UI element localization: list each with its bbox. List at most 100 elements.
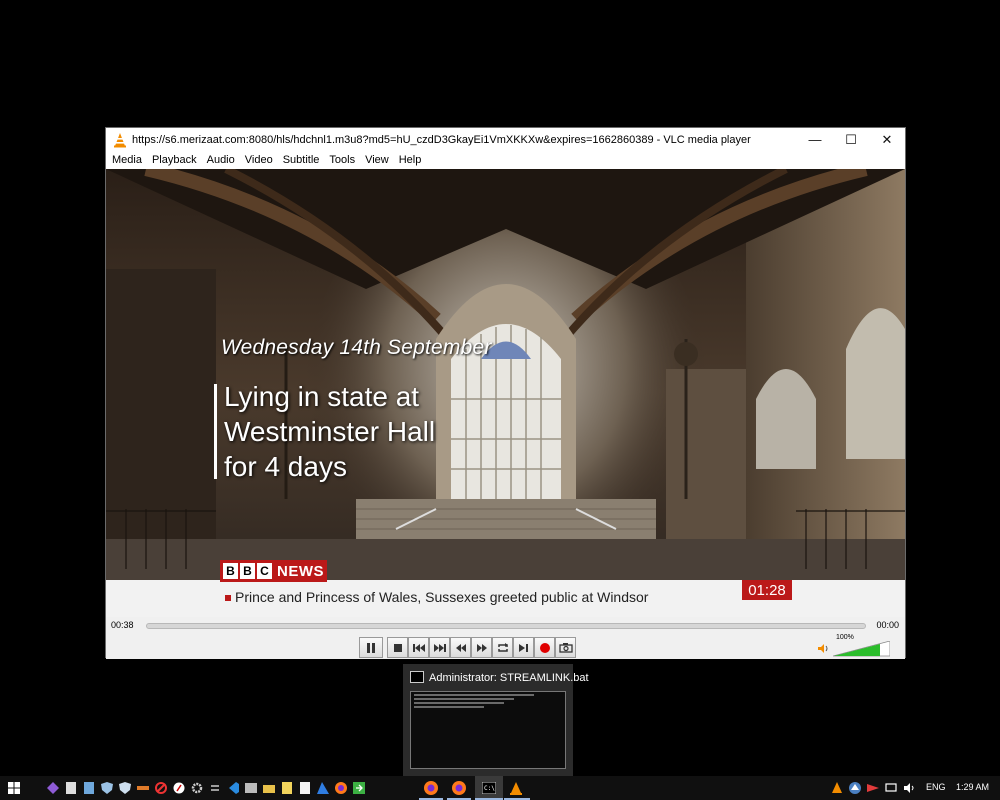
windows-logo-icon xyxy=(8,782,20,794)
snapshot-button[interactable] xyxy=(555,637,576,658)
defender-icon xyxy=(119,782,131,794)
record-button[interactable] xyxy=(534,637,555,658)
network-icon xyxy=(885,783,897,792)
headline-line-1: Lying in state at xyxy=(224,381,420,412)
document-icon xyxy=(300,782,310,794)
next-button[interactable] xyxy=(429,637,450,658)
menu-video[interactable]: Video xyxy=(240,151,278,169)
cmd-icon: C:\ xyxy=(482,782,496,794)
tray-network[interactable] xyxy=(884,780,898,796)
maximize-button[interactable]: ☐ xyxy=(833,128,869,151)
taskbar-preview[interactable]: Administrator: STREAMLINK.bat xyxy=(403,664,589,776)
menu-playback[interactable]: Playback xyxy=(147,151,202,169)
bbc-letter: B xyxy=(223,563,238,579)
speaker-icon[interactable] xyxy=(817,643,829,654)
vlc-cone-icon xyxy=(832,782,842,793)
frame-step-button[interactable] xyxy=(513,637,534,658)
app-icon-18[interactable] xyxy=(352,780,366,796)
app-icon-15[interactable] xyxy=(298,780,312,796)
app-icon-7[interactable] xyxy=(154,780,168,796)
app-icon-2[interactable] xyxy=(64,780,78,796)
elapsed-time: 00:38 xyxy=(111,620,134,630)
app-icon-5[interactable] xyxy=(118,780,132,796)
app-icon-11[interactable] xyxy=(226,780,240,796)
app-icon-10[interactable] xyxy=(208,780,222,796)
app-icon-3[interactable] xyxy=(82,780,96,796)
vlc-cone-icon xyxy=(510,782,522,795)
news-word: NEWS xyxy=(277,562,324,580)
start-button[interactable] xyxy=(7,780,21,796)
menu-help[interactable]: Help xyxy=(394,151,427,169)
vscode-icon xyxy=(229,782,239,794)
language-indicator[interactable]: ENG xyxy=(926,782,946,792)
firefox-window-2[interactable] xyxy=(452,780,466,796)
app-icon-4[interactable] xyxy=(100,780,114,796)
app-icon-1[interactable] xyxy=(46,780,60,796)
app-icon-12[interactable] xyxy=(244,780,258,796)
vlc-window-task[interactable] xyxy=(509,780,523,796)
title-bar[interactable]: https://s6.merizaat.com:8080/hls/hdchnl1… xyxy=(106,128,905,151)
firefox-icon xyxy=(335,782,347,794)
menu-view[interactable]: View xyxy=(360,151,394,169)
slower-button[interactable] xyxy=(450,637,471,658)
block-icon xyxy=(155,782,167,794)
menu-audio[interactable]: Audio xyxy=(202,151,240,169)
shield-icon xyxy=(101,782,113,794)
notes-icon xyxy=(282,782,292,794)
tray-vlc[interactable] xyxy=(830,780,844,796)
cmd-icon xyxy=(410,671,424,683)
seek-row: 00:38 00:00 xyxy=(106,617,905,637)
app-icon-16[interactable] xyxy=(316,780,330,796)
close-button[interactable]: ✕ xyxy=(869,128,905,151)
speaker-icon xyxy=(904,783,914,793)
video-area[interactable]: Wednesday 14th September Lying in state … xyxy=(106,169,905,617)
app-icon-17[interactable] xyxy=(334,780,348,796)
menu-tools[interactable]: Tools xyxy=(324,151,360,169)
volume-slider[interactable] xyxy=(833,641,890,657)
clock[interactable]: 1:29 AM xyxy=(956,782,989,792)
app-icon-6[interactable] xyxy=(136,780,150,796)
snapshot-icon xyxy=(558,643,573,653)
pause-icon xyxy=(367,642,375,653)
desktop: https://s6.merizaat.com:8080/hls/hdchnl1… xyxy=(0,0,1000,800)
slower-icon xyxy=(455,643,466,652)
pause-button[interactable] xyxy=(359,637,383,658)
previous-button[interactable] xyxy=(408,637,429,658)
app-icon-8[interactable] xyxy=(172,780,186,796)
next-icon xyxy=(433,643,446,652)
folder-icon xyxy=(263,785,275,793)
cmd-window[interactable]: C:\ xyxy=(482,780,496,796)
firefox-window-1[interactable] xyxy=(424,780,438,796)
headline-line-3: for 4 days xyxy=(224,451,347,482)
stop-icon xyxy=(393,643,402,652)
menu-subtitle[interactable]: Subtitle xyxy=(278,151,325,169)
previous-icon xyxy=(412,643,425,652)
app-icon-9[interactable] xyxy=(190,780,204,796)
preview-console-image xyxy=(410,691,566,769)
bbc-letter: B xyxy=(240,563,255,579)
frame-step-icon xyxy=(518,643,528,652)
tray-volume[interactable] xyxy=(902,780,916,796)
tray-app-1[interactable] xyxy=(848,780,862,796)
tool-icon xyxy=(137,786,149,790)
volume-percent: 100% xyxy=(836,634,854,641)
seek-slider[interactable] xyxy=(146,623,866,629)
loop-button[interactable] xyxy=(492,637,513,658)
vlc-cone-icon xyxy=(114,132,126,147)
app-icon-13[interactable] xyxy=(262,780,276,796)
menu-media[interactable]: Media xyxy=(106,151,147,169)
app-icon-14[interactable] xyxy=(280,780,294,796)
bbc-news-logo: B B C NEWS xyxy=(220,560,327,582)
tray-app-2[interactable] xyxy=(866,780,880,796)
minimize-button[interactable]: — xyxy=(797,128,833,151)
file-icon xyxy=(66,782,76,794)
record-icon xyxy=(539,642,550,653)
stop-button[interactable] xyxy=(387,637,408,658)
azure-icon xyxy=(317,782,329,794)
up-arrow-icon xyxy=(849,782,861,794)
menu-bar: Media Playback Audio Video Subtitle Tool… xyxy=(106,151,905,169)
taskbar: C:\ ENG 1:29 AM xyxy=(0,776,1000,800)
broadcast-clock: 01:28 xyxy=(742,580,792,600)
faster-button[interactable] xyxy=(471,637,492,658)
remaining-time[interactable]: 00:00 xyxy=(876,620,899,630)
